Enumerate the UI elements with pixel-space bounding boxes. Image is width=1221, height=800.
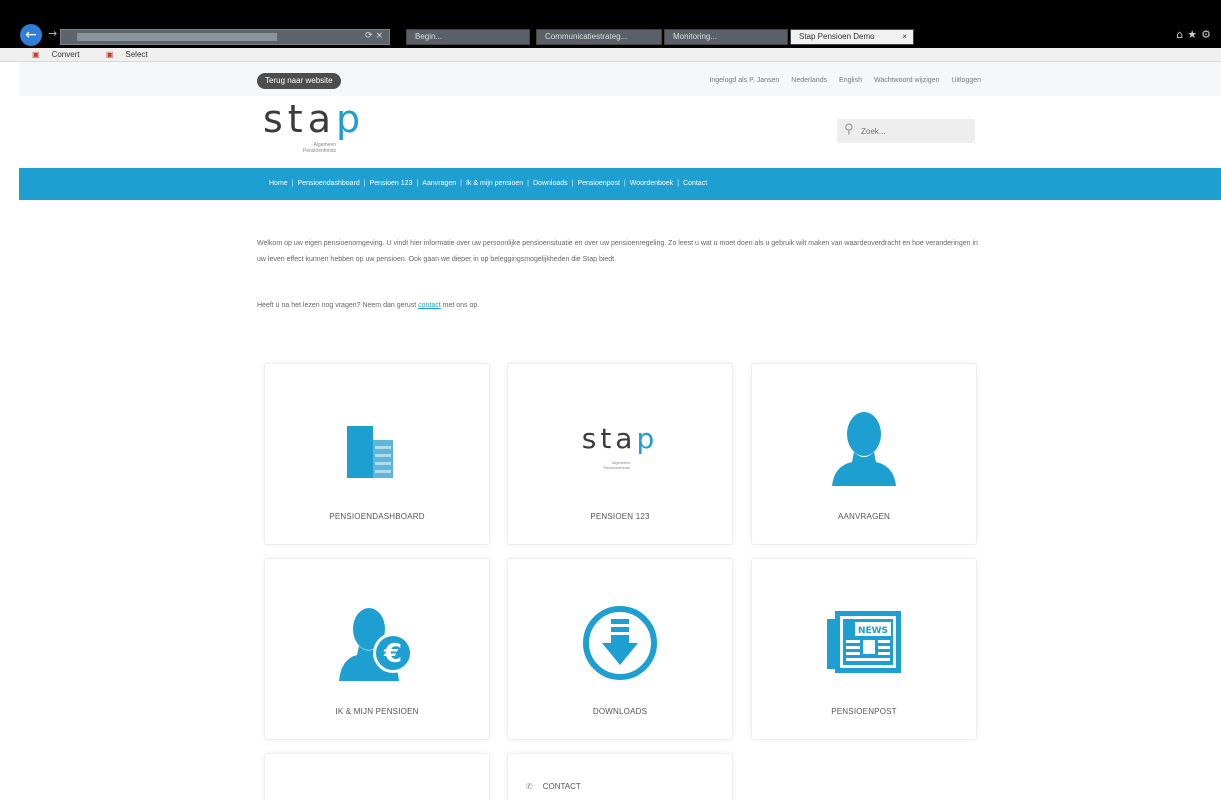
address-url	[77, 33, 277, 41]
language-nl-link[interactable]: Nederlands	[791, 77, 827, 84]
tile-logo-accent: p	[636, 422, 659, 455]
main-nav: Home | Pensioendashboard | Pensioen 123 | Aanv…	[19, 168, 1221, 200]
site-header: Terug naar website Ingelogd als P. Janse…	[19, 62, 1221, 168]
tile-logo-subtitle: Algemeen Pensioenfonds	[603, 460, 630, 470]
tile-label: AANVRAGEN	[837, 512, 891, 521]
close-icon[interactable]: ×	[902, 32, 907, 41]
nav-item-pensioen-123[interactable]: Pensioen 123	[370, 180, 413, 187]
tile-ik-mijn-pensioen[interactable]: € IK & MIJN PENSIOEN	[264, 558, 490, 740]
nav-separator: |	[677, 180, 680, 187]
browser-back-button[interactable]: ←	[20, 24, 42, 46]
nav-separator: |	[291, 180, 294, 187]
browser-tab-active[interactable]: Stap Pensioen Demo ×	[790, 29, 914, 45]
browser-tab[interactable]: Begin...	[406, 29, 530, 45]
tile-pensioen-123[interactable]: stap Algemeen Pensioenfonds PENSIOEN 123	[507, 363, 733, 545]
nav-item-contact[interactable]: Contact	[683, 180, 707, 187]
nav-separator: |	[623, 180, 626, 187]
browser-forward-button[interactable]: →	[48, 27, 57, 40]
svg-text:€: €	[383, 639, 402, 669]
search-icon[interactable]: ⚲	[844, 122, 854, 137]
browser-toolbar-icons[interactable]: ⌂★⚙	[1176, 28, 1215, 41]
person-icon	[832, 412, 896, 486]
favorite-label: Select	[125, 50, 148, 59]
back-to-website-button[interactable]: Terug naar website	[257, 73, 341, 89]
newspaper-icon: NEWS	[827, 611, 901, 673]
address-bar[interactable]: ⟳ ×	[60, 29, 390, 45]
nav-items: Home | Pensioendashboard | Pensioen 123 | Aanv…	[269, 180, 707, 187]
download-icon	[583, 606, 657, 680]
refresh-icon[interactable]: ⟳ ×	[365, 31, 383, 41]
pdf-icon: ▣	[32, 50, 40, 59]
nav-item-woordenboek[interactable]: Woordenboek	[630, 180, 673, 187]
tab-label: Monitoring...	[673, 32, 718, 41]
logout-link[interactable]: Uitloggen	[951, 77, 981, 84]
logo-text: sta	[263, 97, 336, 141]
browser-tab[interactable]: Communicatiestrateg...	[536, 29, 662, 45]
nav-separator: |	[527, 180, 529, 187]
person-euro-icon: €	[339, 608, 413, 681]
select-icon: ▣	[105, 50, 114, 59]
tile-contact[interactable]: ✆ CONTACT	[507, 753, 733, 800]
language-en-link[interactable]: English	[839, 77, 862, 84]
intro-paragraph: Welkom op uw eigen pensioenomgeving. U v…	[257, 240, 978, 263]
top-links: Ingelogd als P. Jansen Nederlands Englis…	[699, 77, 981, 84]
nav-separator: |	[460, 180, 462, 187]
site-logo[interactable]: stap	[263, 98, 365, 140]
favorite-select[interactable]: ▣ Select	[106, 50, 160, 59]
browser-tab[interactable]: Monitoring...	[664, 29, 788, 45]
dashboard-icon	[347, 426, 393, 478]
search-input[interactable]	[861, 125, 961, 137]
tile-label: CONTACT	[542, 782, 581, 791]
tile-woordenboek[interactable]	[264, 753, 490, 800]
nav-separator: |	[416, 180, 419, 187]
nav-item-ik-mijn-pensioen[interactable]: Ik & mijn pensioen	[466, 180, 523, 187]
browser-titlebar: ← → ⟳ × Begin... Communicatiestrateg... …	[0, 0, 1221, 48]
logo-accent: p	[335, 97, 366, 141]
tab-label: Stap Pensioen Demo	[799, 32, 875, 41]
contact-link[interactable]: contact	[418, 302, 441, 309]
contact-tile-label: ✆ CONTACT	[526, 782, 581, 791]
stap-logo: stap	[508, 422, 732, 455]
search-box[interactable]: ⚲	[837, 119, 975, 143]
nav-separator: |	[363, 180, 366, 187]
question-text-end: met ons op.	[442, 302, 480, 309]
nav-item-pensioendashboard[interactable]: Pensioendashboard	[298, 180, 360, 187]
nav-separator: |	[571, 180, 574, 187]
tab-label: Communicatiestrateg...	[545, 32, 628, 41]
tile-downloads[interactable]: DOWNLOADS	[507, 558, 733, 740]
logged-in-label: Ingelogd als P. Jansen	[709, 77, 780, 84]
nav-item-home[interactable]: Home	[269, 180, 288, 187]
nav-item-downloads[interactable]: Downloads	[533, 180, 568, 187]
tile-aanvragen[interactable]: AANVRAGEN	[751, 363, 977, 545]
favorites-bar: ▣ Convert ▣ Select	[0, 48, 1221, 62]
nav-item-pensioenpost[interactable]: Pensioenpost	[577, 180, 619, 187]
tile-pensioenpost[interactable]: NEWS PENSIOENPOST	[751, 558, 977, 740]
tab-label: Begin...	[415, 32, 443, 41]
favorite-label: Convert	[51, 50, 80, 59]
top-bar: Terug naar website Ingelogd als P. Janse…	[19, 62, 1221, 96]
logo-subtitle: Algemeen Pensioenfonds	[302, 142, 336, 154]
tile-label: PENSIOENDASHBOARD	[329, 512, 425, 521]
intro-question: Heeft u na het lezen nog vragen? Neem da…	[257, 302, 479, 309]
favorite-convert[interactable]: ▣ Convert	[32, 50, 92, 59]
nav-item-aanvragen[interactable]: Aanvragen	[422, 180, 456, 187]
tile-pensioendashboard[interactable]: PENSIOENDASHBOARD	[264, 363, 490, 545]
tile-label: IK & MIJN PENSIOEN	[335, 707, 419, 716]
tile-logo-text: sta	[581, 422, 637, 455]
news-text: NEWS	[858, 626, 888, 636]
question-text: Heeft u na het lezen nog vragen? Neem da…	[257, 302, 417, 309]
tile-label: DOWNLOADS	[592, 707, 648, 716]
tile-label: PENSIOEN 123	[590, 512, 650, 521]
contact-icon: ✆	[526, 782, 533, 791]
change-password-link[interactable]: Wachtwoord wijzigen	[874, 77, 940, 84]
tile-label: PENSIOENPOST	[831, 707, 897, 716]
